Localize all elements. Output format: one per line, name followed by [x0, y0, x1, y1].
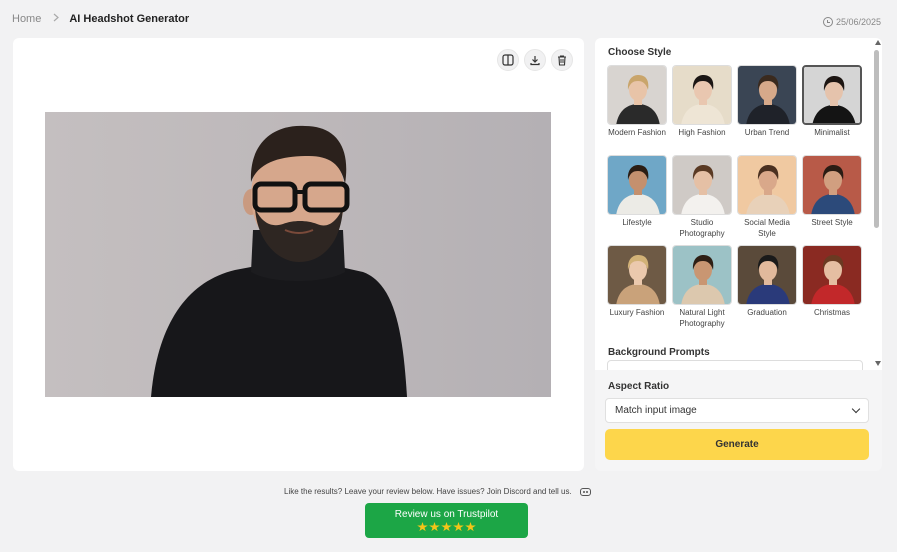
discord-icon[interactable]	[579, 487, 591, 496]
download-button[interactable]	[524, 49, 546, 71]
style-panel: Choose Style Modern Fashion High Fashion U…	[595, 38, 882, 370]
trustpilot-review-button[interactable]: Review us on Trustpilot	[365, 503, 528, 538]
aspect-ratio-title: Aspect Ratio	[608, 381, 670, 392]
style-option[interactable]: Lifestyle	[607, 155, 667, 245]
style-thumbnail	[737, 245, 797, 305]
style-option-label: Urban Trend	[744, 128, 790, 137]
style-option-label: Social Media Style	[744, 218, 790, 238]
style-option-label: Luxury Fashion	[609, 308, 665, 317]
style-option[interactable]: Studio Photography	[672, 155, 732, 245]
star-icon	[465, 522, 476, 532]
chevron-right-icon	[53, 13, 60, 25]
generate-button[interactable]: Generate	[605, 429, 869, 460]
style-panel-scrollbar[interactable]	[873, 38, 882, 370]
choose-style-title: Choose Style	[608, 47, 672, 58]
preview-panel	[13, 38, 584, 471]
result-headshot-image	[45, 112, 551, 397]
feedback-message: Like the results? Leave your review belo…	[284, 487, 591, 496]
page-title: AI Headshot Generator	[69, 13, 190, 25]
style-thumbnail	[672, 155, 732, 215]
scrollbar-thumb[interactable]	[874, 50, 879, 228]
style-grid: Modern Fashion High Fashion Urban Trend Min…	[607, 65, 863, 335]
download-icon	[530, 56, 540, 66]
style-option-label: Modern Fashion	[608, 128, 666, 137]
style-thumbnail	[802, 155, 862, 215]
style-option[interactable]: Christmas	[802, 245, 862, 335]
delete-button[interactable]	[551, 49, 573, 71]
aspect-panel: Aspect Ratio Match input image Generate	[595, 370, 882, 471]
style-thumbnail	[672, 65, 732, 125]
style-option[interactable]: Minimalist	[802, 65, 862, 155]
style-thumbnail	[607, 155, 667, 215]
date-display: 25/06/2025	[822, 17, 881, 27]
feedback-text: Like the results? Leave your review belo…	[284, 487, 572, 496]
breadcrumb: Home AI Headshot Generator	[12, 13, 189, 25]
clock-icon	[822, 17, 833, 27]
style-thumbnail	[737, 65, 797, 125]
style-option[interactable]: High Fashion	[672, 65, 732, 155]
style-thumbnail	[607, 65, 667, 125]
style-option-label: Lifestyle	[622, 218, 652, 227]
date-text: 25/06/2025	[835, 17, 881, 27]
style-option[interactable]: Luxury Fashion	[607, 245, 667, 335]
compare-icon	[502, 54, 514, 66]
style-option-label: Christmas	[813, 308, 850, 317]
trustpilot-label: Review us on Trustpilot	[394, 509, 499, 520]
style-thumbnail	[737, 155, 797, 215]
background-prompts-title: Background Prompts	[608, 347, 710, 358]
style-option[interactable]: Urban Trend	[737, 65, 797, 155]
trash-icon	[558, 55, 566, 66]
style-option[interactable]: Modern Fashion	[607, 65, 667, 155]
style-option-label: Minimalist	[814, 128, 850, 137]
aspect-ratio-select[interactable]: Match input image	[605, 398, 869, 423]
style-option-label: Street Style	[811, 218, 853, 227]
scroll-up-arrow-icon[interactable]	[875, 40, 881, 45]
compare-button[interactable]	[497, 49, 519, 71]
star-icon	[453, 522, 464, 532]
aspect-ratio-value: Match input image	[615, 405, 697, 416]
style-option-label: Natural Light Photography	[679, 308, 725, 328]
star-icon	[417, 522, 428, 532]
style-thumbnail	[802, 245, 862, 305]
style-thumbnail	[672, 245, 732, 305]
star-icon	[441, 522, 452, 532]
style-option[interactable]: Graduation	[737, 245, 797, 335]
style-option[interactable]: Street Style	[802, 155, 862, 245]
chevron-down-icon	[851, 404, 861, 414]
style-thumbnail	[607, 245, 667, 305]
style-option[interactable]: Natural Light Photography	[672, 245, 732, 335]
style-option-label: High Fashion	[678, 128, 726, 137]
style-option[interactable]: Social Media Style	[737, 155, 797, 245]
style-option-label: Graduation	[747, 308, 787, 317]
scroll-down-arrow-icon[interactable]	[875, 361, 881, 366]
style-option-label: Studio Photography	[679, 218, 725, 238]
star-icon	[429, 522, 440, 532]
background-prompt-input[interactable]	[607, 360, 863, 370]
rating-stars	[365, 522, 528, 532]
style-thumbnail	[802, 65, 862, 125]
breadcrumb-home-link[interactable]: Home	[12, 13, 41, 25]
